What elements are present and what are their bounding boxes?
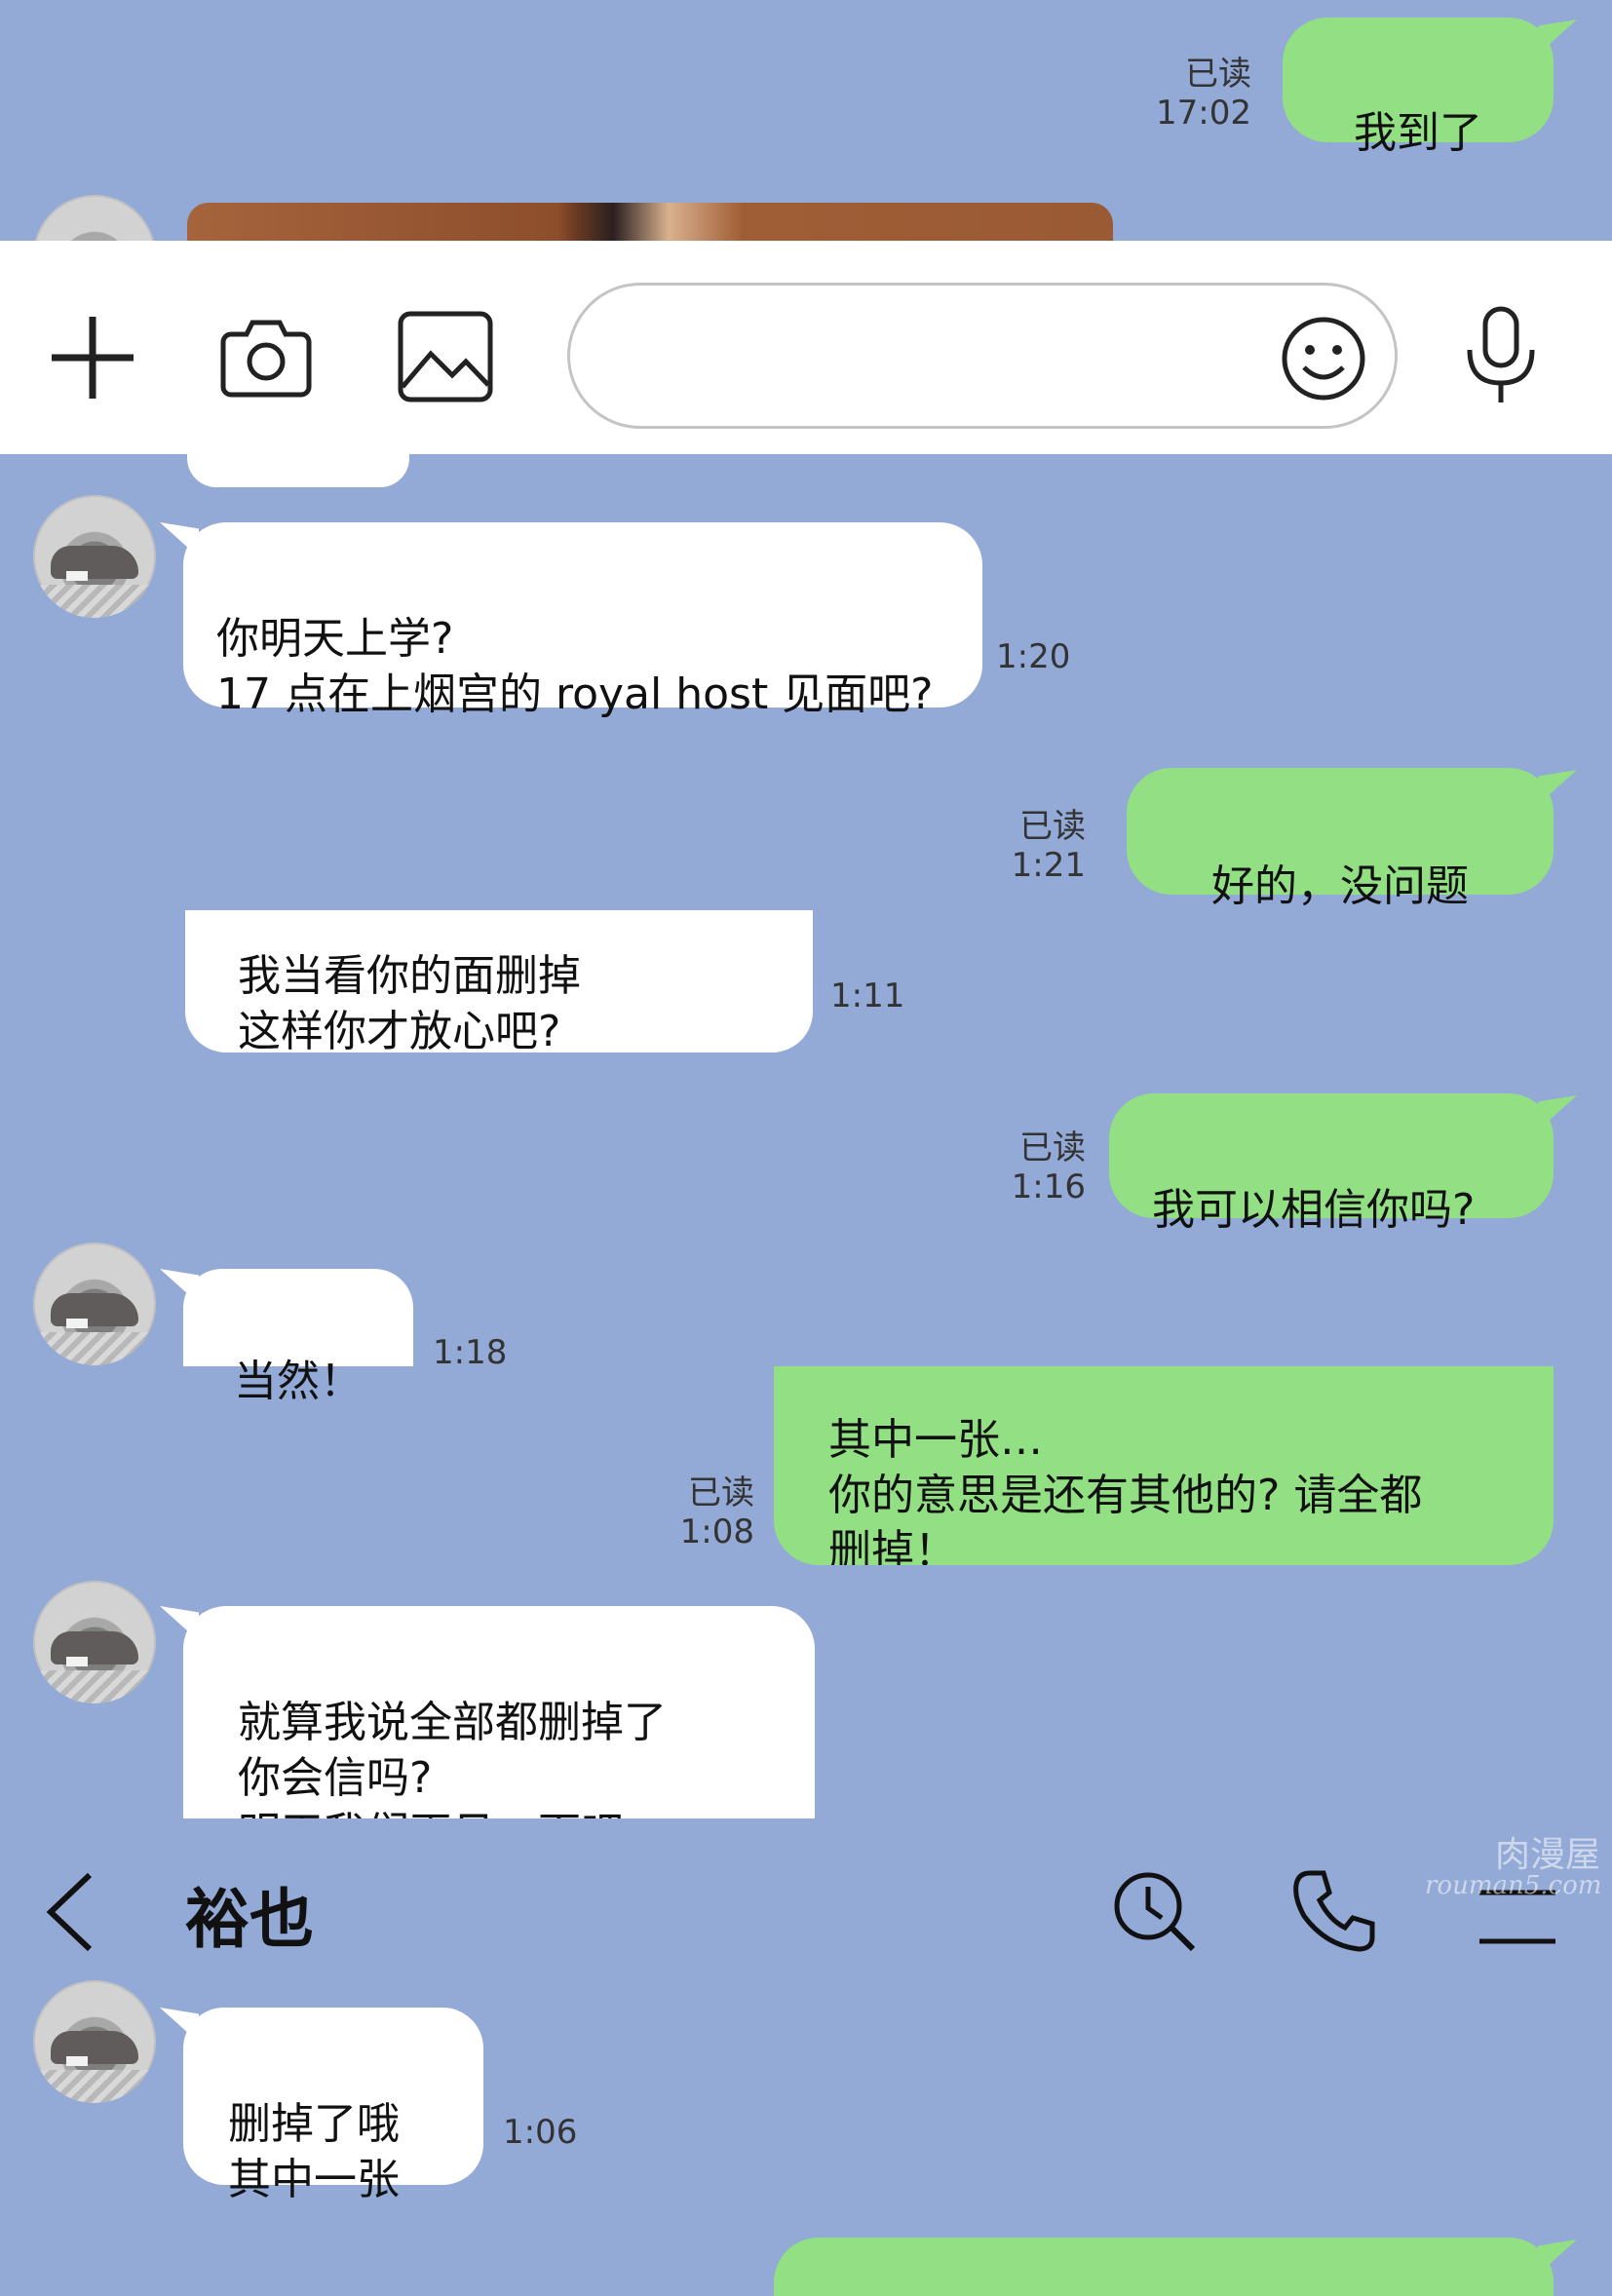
bubble-tail: [1538, 19, 1577, 55]
outgoing-message[interactable]: 好的，没问题: [1127, 768, 1554, 911]
incoming-message[interactable]: 就算我说全部都删掉了 你会信吗? 明天我们再见一面吧 我当着你的面删掉: [183, 1606, 815, 1818]
message-time: 17:02: [1156, 94, 1251, 133]
plus-icon[interactable]: [49, 309, 136, 406]
search-history-icon[interactable]: [1111, 1869, 1197, 1951]
message-time: 1:16: [1011, 1167, 1086, 1206]
message-text: 当然！: [234, 1357, 363, 1406]
microphone-icon[interactable]: [1464, 305, 1538, 406]
contact-avatar[interactable]: [33, 1581, 156, 1703]
outgoing-message[interactable]: 我可以相信你吗?: [1109, 1093, 1554, 1235]
read-label: 已读: [1019, 807, 1086, 846]
message-text: 删掉了哦 其中一张: [228, 2099, 400, 2204]
message-text: 好的，没问题: [1211, 861, 1469, 911]
bubble-tail: [1538, 770, 1577, 805]
message-input-bar: [0, 241, 1612, 454]
watermark: 肉漫屋 rouman5.com: [1425, 1826, 1602, 1900]
incoming-message[interactable]: 删掉了哦 其中一张: [183, 2008, 483, 2204]
incoming-message[interactable]: 我当看你的面删掉 这样你才放心吧?: [185, 910, 813, 1052]
read-label: 已读: [688, 1473, 754, 1512]
outgoing-message[interactable]: 其中一张… 你的意思是还有其他的? 请全都 删掉！: [774, 1366, 1554, 1565]
read-label: 已读: [1185, 55, 1251, 94]
read-label: 已读: [1019, 1129, 1086, 1167]
incoming-message[interactable]: 你明天上学? 17 点在上烟宫的 royal host 见面吧?: [183, 522, 982, 719]
incoming-message[interactable]: 当然！: [183, 1269, 413, 1406]
watermark-url: rouman5.com: [1425, 1871, 1602, 1900]
message-time: 1:11: [830, 976, 905, 1015]
message-text: 我到了: [1354, 108, 1482, 158]
phone-icon[interactable]: [1292, 1867, 1378, 1953]
message-bubble-fragment: [187, 454, 409, 487]
message-text: 你明天上学? 17 点在上烟宫的 royal host 见面吧?: [216, 614, 934, 719]
message-time: 1:21: [1011, 846, 1086, 885]
read-receipt: 已读 1:16: [1004, 1129, 1086, 1206]
message-time: 1:20: [996, 637, 1071, 676]
message-time: 1:06: [503, 2113, 578, 2152]
chevron-left-icon[interactable]: [43, 1871, 96, 1953]
outgoing-message[interactable]: 我到了: [1283, 18, 1554, 158]
message-time: 1:18: [433, 1333, 508, 1372]
contact-avatar[interactable]: [33, 1980, 156, 2103]
message-text: 就算我说全部都删掉了 你会信吗? 明天我们再见一面吧 我当着你的面删掉: [238, 1698, 667, 1818]
read-receipt: 已读 17:02: [1150, 55, 1251, 133]
contact-avatar[interactable]: [33, 1243, 156, 1365]
message-text: 其中一张… 你的意思是还有其他的? 请全都 删掉！: [828, 1415, 1423, 1565]
message-text: 我当看你的面删掉 这样你才放心吧?: [238, 951, 581, 1052]
bubble-tail: [1538, 1095, 1577, 1130]
message-text: 我可以相信你吗?: [1152, 1185, 1476, 1235]
contact-avatar[interactable]: [33, 495, 156, 618]
image-icon[interactable]: [398, 311, 493, 402]
read-receipt: 已读 1:21: [1004, 807, 1086, 885]
contact-name: 裕也: [185, 1882, 314, 1957]
message-time: 1:08: [679, 1512, 754, 1551]
smiley-icon[interactable]: [1280, 315, 1367, 402]
outgoing-message-fragment: [774, 2238, 1554, 2296]
message-input[interactable]: [567, 283, 1398, 429]
watermark-title: 肉漫屋: [1494, 1835, 1600, 1875]
read-receipt: 已读 1:08: [672, 1473, 754, 1551]
camera-icon[interactable]: [219, 309, 313, 402]
